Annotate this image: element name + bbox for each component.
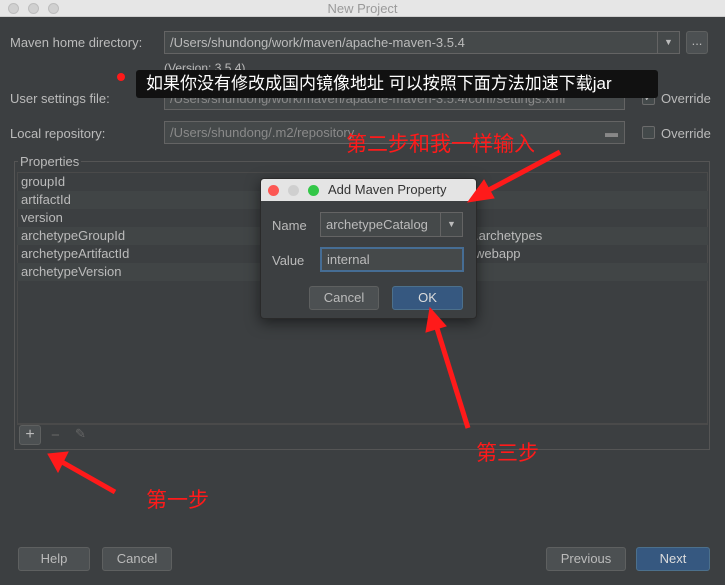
- arrow-step3: [433, 324, 471, 429]
- arrow-step2: [483, 149, 562, 195]
- arrow-step1: [60, 459, 117, 495]
- annotation-arrows: [47, 149, 562, 495]
- arrow-head-step3: [425, 306, 447, 333]
- arrow-head-step2: [466, 179, 495, 203]
